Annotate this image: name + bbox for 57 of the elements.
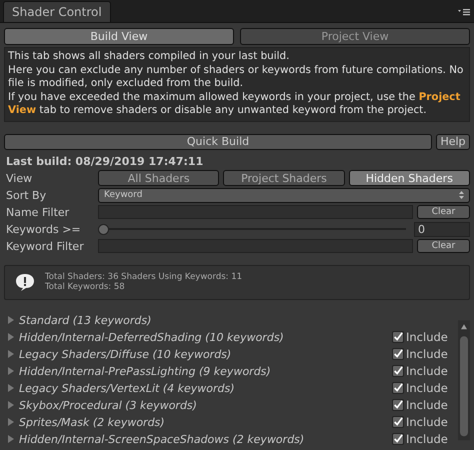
include-label: Include bbox=[406, 364, 448, 378]
description-text: This tab shows all shaders compiled in your last build. bbox=[8, 50, 290, 64]
shader-name[interactable]: Sprites/Mask (2 keywords) bbox=[19, 416, 388, 428]
include-label: Include bbox=[406, 415, 448, 429]
info-text: Total Keywords: 58 bbox=[45, 282, 126, 292]
shader-name[interactable]: Skybox/Procedural (3 keywords) bbox=[19, 398, 388, 412]
include-checkbox[interactable] bbox=[392, 399, 404, 411]
shader-name[interactable]: Hidden/Internal-ScreenSpaceShadows (2 keywords) bbox=[19, 432, 388, 446]
view-label: View bbox=[5, 172, 34, 184]
name-filter-label: Name Filter bbox=[5, 206, 70, 218]
include-label: Include bbox=[406, 347, 448, 361]
include-label: Include bbox=[406, 432, 448, 446]
updown-icon bbox=[459, 191, 464, 199]
include-checkbox[interactable] bbox=[392, 382, 404, 394]
foldout-icon[interactable] bbox=[7, 350, 15, 358]
exclamation-icon bbox=[15, 273, 35, 291]
shader-name[interactable]: Hidden/Internal-DeferredShading (10 keywords) bbox=[19, 330, 388, 344]
slider-thumb[interactable] bbox=[98, 224, 109, 234]
include-checkbox[interactable] bbox=[392, 331, 404, 343]
sort-by-label: Sort By bbox=[5, 188, 48, 202]
include-label: Include bbox=[406, 398, 448, 412]
foldout-icon[interactable] bbox=[7, 435, 15, 443]
quick-build-button[interactable]: Quick Build bbox=[4, 134, 432, 150]
foldout-icon[interactable] bbox=[7, 316, 15, 324]
clear-button[interactable]: Clear bbox=[417, 205, 470, 219]
window-tab[interactable]: Shader Control bbox=[3, 1, 111, 22]
keywords-label: Keywords >= bbox=[5, 222, 82, 236]
foldout-icon[interactable] bbox=[7, 333, 15, 341]
include-checkbox[interactable] bbox=[392, 348, 404, 360]
description-text: Here you can exclude any number of shaders or keywords from future compilations. No file is modified, only excluded from the build. bbox=[8, 64, 464, 90]
last-build-text: Last build: 08/29/2019 17:47:11 bbox=[6, 154, 204, 168]
shader-name[interactable]: Hidden/Internal-PrePassLighting (9 keywords) bbox=[19, 364, 388, 378]
menu-icon[interactable] bbox=[458, 8, 470, 16]
view-option[interactable]: Hidden Shaders bbox=[348, 170, 470, 186]
description-text: If you have exceeded the maximum allowed keywords in your project, use the Project View tab to remove shaders or disable any unwanted keyword from the project. bbox=[8, 90, 462, 118]
include-checkbox[interactable] bbox=[392, 433, 404, 445]
include-label: Include bbox=[406, 381, 448, 395]
foldout-icon[interactable] bbox=[7, 418, 15, 426]
foldout-icon[interactable] bbox=[7, 401, 15, 409]
shader-name[interactable]: Legacy Shaders/Diffuse (10 keywords) bbox=[19, 348, 388, 360]
foldout-icon[interactable] bbox=[7, 384, 15, 392]
sort-by-dropdown[interactable]: Keyword bbox=[98, 188, 470, 202]
include-checkbox[interactable] bbox=[392, 416, 404, 428]
keywords-field[interactable]: 0 bbox=[414, 222, 470, 236]
view-tab[interactable]: Project View bbox=[240, 28, 470, 45]
info-text: Total Shaders: 36 Shaders Using Keywords: 11 bbox=[45, 272, 242, 282]
view-option[interactable]: All Shaders bbox=[98, 170, 220, 186]
foldout-icon[interactable] bbox=[7, 367, 15, 375]
view-option[interactable]: Project Shaders bbox=[223, 170, 345, 186]
shader-name[interactable]: Standard (13 keywords) bbox=[19, 314, 458, 326]
shader-name[interactable]: Legacy Shaders/VertexLit (4 keywords) bbox=[19, 382, 388, 394]
help-button[interactable]: Help bbox=[436, 134, 470, 150]
include-label: Include bbox=[406, 330, 448, 344]
clear-button[interactable]: Clear bbox=[417, 239, 470, 253]
include-checkbox[interactable] bbox=[392, 365, 404, 377]
keyword-filter-label: Keyword Filter bbox=[5, 240, 85, 252]
view-tab[interactable]: Build View bbox=[4, 28, 234, 45]
